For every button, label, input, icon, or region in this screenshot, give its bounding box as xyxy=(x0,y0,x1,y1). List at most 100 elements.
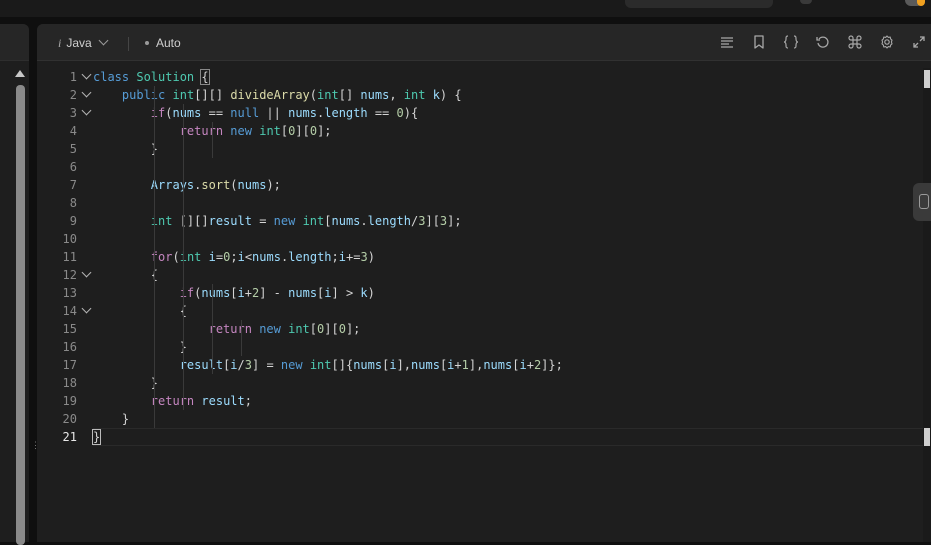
description-panel xyxy=(0,24,29,545)
language-selector[interactable]: i Java xyxy=(58,35,109,50)
reset-icon[interactable] xyxy=(812,32,834,52)
fold-chevron-icon[interactable] xyxy=(81,302,93,320)
notification-icon[interactable] xyxy=(800,0,812,4)
code-token: 3 xyxy=(360,250,368,264)
code-line[interactable]: { xyxy=(93,302,187,320)
search-bar[interactable] xyxy=(625,0,773,8)
code-line[interactable]: } xyxy=(93,338,187,356)
side-panel-toggle[interactable] xyxy=(913,183,931,221)
code-token: 0 xyxy=(309,124,318,138)
panel-resize-handle[interactable]: ⋮ xyxy=(31,441,40,457)
code-token: { xyxy=(93,304,187,318)
line-number: 18 xyxy=(62,376,77,390)
line-number: 6 xyxy=(69,160,77,174)
code-token: i xyxy=(230,358,238,372)
line-number: 10 xyxy=(62,232,77,246)
code-token: int xyxy=(259,124,281,138)
code-token: ] = xyxy=(252,358,281,372)
code-token: ) xyxy=(367,286,375,300)
code-token: { xyxy=(93,268,159,282)
line-number: 9 xyxy=(69,214,77,228)
code-line[interactable]: for(int i=0;i<nums.length;i+=3) xyxy=(93,248,375,266)
fold-chevron-icon[interactable] xyxy=(81,86,93,104)
line-number: 11 xyxy=(62,250,77,264)
editor-scrollbar[interactable] xyxy=(923,68,931,542)
code-token: 0 xyxy=(338,322,346,336)
panel-scrollbar-thumb[interactable] xyxy=(16,85,25,545)
code-token: ; xyxy=(230,250,238,264)
code-line[interactable]: if(nums == null || nums.length == 0){ xyxy=(93,104,418,122)
code-token: i xyxy=(237,286,245,300)
code-token: int xyxy=(302,214,325,228)
description-panel-header xyxy=(0,24,29,61)
code-line[interactable]: } xyxy=(91,428,102,446)
indent-guide xyxy=(154,86,155,428)
scroll-up-arrow-icon[interactable] xyxy=(15,70,25,77)
auto-mode-toggle[interactable]: Auto xyxy=(145,36,181,50)
code-token: < xyxy=(244,250,253,264)
code-line[interactable]: int [][]result = new int[nums.length/3][… xyxy=(93,212,462,230)
code-token: = xyxy=(251,214,274,228)
format-icon[interactable] xyxy=(716,32,738,52)
line-number: 21 xyxy=(62,430,77,444)
code-token: i xyxy=(237,250,245,264)
fold-chevron-icon[interactable] xyxy=(81,68,93,86)
indent-guide xyxy=(183,104,184,410)
code-token: ; xyxy=(244,394,252,408)
expand-icon[interactable] xyxy=(908,32,930,52)
code-line[interactable]: } xyxy=(93,140,158,158)
code-token: result xyxy=(208,214,252,228)
code-token: } xyxy=(91,429,102,445)
code-token: length xyxy=(288,250,332,264)
code-token: if xyxy=(179,286,195,300)
code-token: null xyxy=(230,106,260,120)
code-token: sort xyxy=(201,178,231,192)
line-number: 16 xyxy=(62,340,77,354)
code-token: nums xyxy=(360,88,390,102)
code-token: public xyxy=(121,88,166,102)
bookmark-icon[interactable] xyxy=(748,32,770,52)
code-line[interactable]: } xyxy=(93,374,158,392)
code-token: [ xyxy=(324,214,332,228)
code-line[interactable]: { xyxy=(93,266,158,284)
code-line[interactable]: Arrays.sort(nums); xyxy=(93,176,281,194)
code-line[interactable]: return result; xyxy=(93,392,252,410)
braces-icon[interactable] xyxy=(780,32,802,52)
code-token: == xyxy=(367,106,397,120)
code-line[interactable]: } xyxy=(93,410,129,428)
code-token: int xyxy=(403,88,426,102)
code-token: k xyxy=(360,286,368,300)
code-token: nums xyxy=(353,358,383,372)
code-token: ); xyxy=(266,178,281,192)
indent-guide xyxy=(212,284,213,374)
fold-chevron-icon[interactable] xyxy=(81,266,93,284)
code-token: nums xyxy=(172,106,202,120)
line-number: 5 xyxy=(69,142,77,156)
code-line[interactable]: return new int[0][0]; xyxy=(93,320,361,338)
code-token: new xyxy=(273,214,296,228)
command-icon[interactable] xyxy=(844,32,866,52)
code-token: . xyxy=(360,214,368,228)
code-token: [ xyxy=(309,322,318,336)
code-token: []{ xyxy=(331,358,354,372)
fold-chevron-icon[interactable] xyxy=(81,104,93,122)
settings-icon[interactable] xyxy=(876,32,898,52)
code-token: += xyxy=(346,250,361,264)
code-token: [][] xyxy=(172,214,209,228)
code-token: int xyxy=(288,322,310,336)
scrollbar-marker xyxy=(924,428,930,446)
line-number: 12 xyxy=(62,268,77,282)
code-token: class xyxy=(93,70,130,84)
code-token: nums xyxy=(201,286,231,300)
code-token: ) xyxy=(367,250,375,264)
line-number: 13 xyxy=(62,286,77,300)
code-line[interactable]: if(nums[i+2] - nums[i] > k) xyxy=(93,284,375,302)
code-line[interactable]: public int[][] divideArray(int[] nums, i… xyxy=(93,86,462,104)
code-line[interactable]: class Solution { xyxy=(93,68,210,86)
code-line[interactable]: result[i/3] = new int[]{nums[i],nums[i+1… xyxy=(93,356,563,374)
code-token: ][ xyxy=(425,214,440,228)
code-token: { xyxy=(200,69,210,85)
indent-guide xyxy=(241,320,242,356)
code-token: result xyxy=(179,358,224,372)
